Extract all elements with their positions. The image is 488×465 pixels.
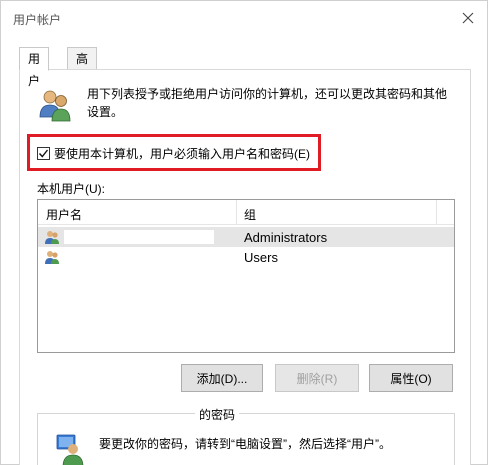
column-header-group[interactable]: 组 (244, 206, 256, 223)
user-icon (44, 229, 60, 245)
require-password-label: 要使用本计算机，用户必须输入用户名和密码(E) (54, 147, 310, 161)
checkmark-icon (38, 149, 49, 158)
require-password-row[interactable]: 要使用本计算机，用户必须输入用户名和密码(E) (37, 145, 310, 162)
users-icon (37, 87, 73, 123)
table-row[interactable]: Users (38, 247, 454, 267)
user-icon (44, 249, 60, 265)
column-divider (236, 200, 237, 224)
user-group-cell: Users (244, 250, 278, 265)
add-user-button[interactable]: 添加(D)... (181, 364, 263, 392)
remove-user-button[interactable]: 删除(R) (275, 364, 359, 392)
column-header-username[interactable]: 用户名 (46, 206, 82, 223)
list-header: 用户名 组 (38, 200, 454, 225)
password-group-title: 的密码 (195, 406, 240, 423)
tab-advanced[interactable]: 高级 (67, 47, 98, 88)
user-group-cell: Administrators (244, 230, 328, 245)
close-icon (462, 12, 474, 24)
local-users-label: 本机用户(U): (37, 182, 105, 196)
column-divider (436, 200, 437, 224)
info-text: 用下列表授予或拒绝用户访问你的计算机，还可以更改其密码和其他设置。 (87, 87, 448, 119)
user-name-cell (64, 230, 214, 244)
user-name-cell (64, 250, 214, 264)
password-icon (53, 433, 87, 465)
user-accounts-window: 用户帐户 用户 高级 用下列表授予或拒绝用户访问你的计算机，还可以更改其密码和其… (0, 0, 488, 465)
properties-button[interactable]: 属性(O) (369, 364, 453, 392)
table-row[interactable]: Administrators (38, 227, 454, 247)
close-button[interactable] (457, 7, 479, 29)
tab-users[interactable]: 用户 (19, 47, 50, 88)
users-list[interactable]: 用户名 组 Administrators Users (37, 199, 455, 353)
password-change-text: 要更改你的密码，请转到“电脑设置”，然后选择“用户”。 (99, 437, 391, 451)
require-password-checkbox[interactable] (37, 147, 50, 160)
window-title: 用户帐户 (13, 13, 62, 27)
title-bar: 用户帐户 (1, 1, 487, 35)
